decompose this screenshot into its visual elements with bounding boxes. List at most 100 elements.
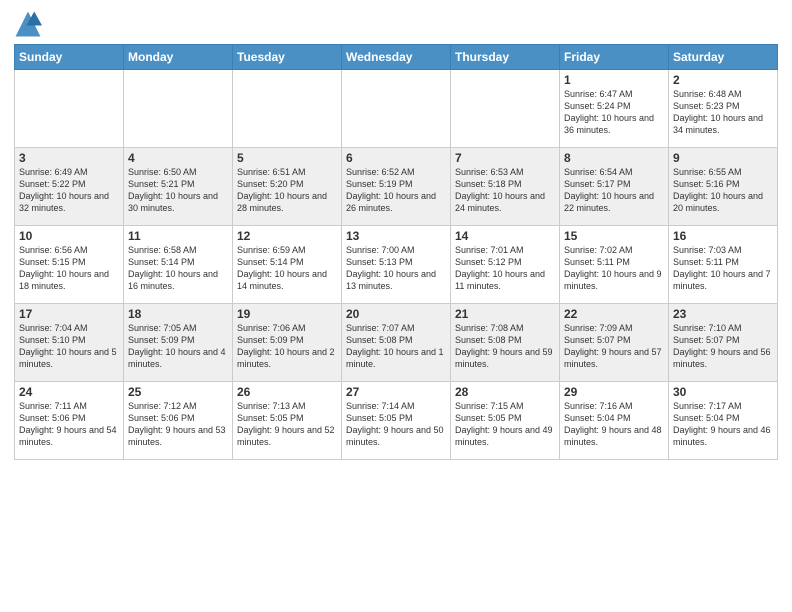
calendar-week-3: 10Sunrise: 6:56 AM Sunset: 5:15 PM Dayli… bbox=[15, 226, 778, 304]
day-number: 1 bbox=[564, 73, 664, 87]
day-number: 21 bbox=[455, 307, 555, 321]
calendar-week-1: 1Sunrise: 6:47 AM Sunset: 5:24 PM Daylig… bbox=[15, 70, 778, 148]
day-number: 15 bbox=[564, 229, 664, 243]
calendar-cell: 9Sunrise: 6:55 AM Sunset: 5:16 PM Daylig… bbox=[669, 148, 778, 226]
day-number: 11 bbox=[128, 229, 228, 243]
calendar-cell: 12Sunrise: 6:59 AM Sunset: 5:14 PM Dayli… bbox=[233, 226, 342, 304]
day-info: Sunrise: 7:06 AM Sunset: 5:09 PM Dayligh… bbox=[237, 322, 337, 371]
header-day-monday: Monday bbox=[124, 45, 233, 70]
header bbox=[14, 10, 778, 38]
day-number: 30 bbox=[673, 385, 773, 399]
day-info: Sunrise: 7:05 AM Sunset: 5:09 PM Dayligh… bbox=[128, 322, 228, 371]
calendar-cell bbox=[15, 70, 124, 148]
calendar-cell: 5Sunrise: 6:51 AM Sunset: 5:20 PM Daylig… bbox=[233, 148, 342, 226]
calendar-cell bbox=[342, 70, 451, 148]
day-number: 16 bbox=[673, 229, 773, 243]
day-number: 28 bbox=[455, 385, 555, 399]
day-info: Sunrise: 7:07 AM Sunset: 5:08 PM Dayligh… bbox=[346, 322, 446, 371]
day-number: 4 bbox=[128, 151, 228, 165]
calendar-week-5: 24Sunrise: 7:11 AM Sunset: 5:06 PM Dayli… bbox=[15, 382, 778, 460]
day-info: Sunrise: 7:09 AM Sunset: 5:07 PM Dayligh… bbox=[564, 322, 664, 371]
day-info: Sunrise: 7:10 AM Sunset: 5:07 PM Dayligh… bbox=[673, 322, 773, 371]
day-number: 23 bbox=[673, 307, 773, 321]
day-number: 6 bbox=[346, 151, 446, 165]
calendar-cell: 23Sunrise: 7:10 AM Sunset: 5:07 PM Dayli… bbox=[669, 304, 778, 382]
calendar-cell: 22Sunrise: 7:09 AM Sunset: 5:07 PM Dayli… bbox=[560, 304, 669, 382]
calendar-cell bbox=[124, 70, 233, 148]
calendar-cell: 30Sunrise: 7:17 AM Sunset: 5:04 PM Dayli… bbox=[669, 382, 778, 460]
day-number: 26 bbox=[237, 385, 337, 399]
calendar-cell: 6Sunrise: 6:52 AM Sunset: 5:19 PM Daylig… bbox=[342, 148, 451, 226]
day-info: Sunrise: 7:13 AM Sunset: 5:05 PM Dayligh… bbox=[237, 400, 337, 449]
day-info: Sunrise: 7:03 AM Sunset: 5:11 PM Dayligh… bbox=[673, 244, 773, 293]
day-info: Sunrise: 7:01 AM Sunset: 5:12 PM Dayligh… bbox=[455, 244, 555, 293]
day-number: 25 bbox=[128, 385, 228, 399]
calendar-cell: 14Sunrise: 7:01 AM Sunset: 5:12 PM Dayli… bbox=[451, 226, 560, 304]
day-info: Sunrise: 6:51 AM Sunset: 5:20 PM Dayligh… bbox=[237, 166, 337, 215]
day-info: Sunrise: 7:12 AM Sunset: 5:06 PM Dayligh… bbox=[128, 400, 228, 449]
day-info: Sunrise: 6:47 AM Sunset: 5:24 PM Dayligh… bbox=[564, 88, 664, 137]
calendar-cell: 11Sunrise: 6:58 AM Sunset: 5:14 PM Dayli… bbox=[124, 226, 233, 304]
calendar-cell: 21Sunrise: 7:08 AM Sunset: 5:08 PM Dayli… bbox=[451, 304, 560, 382]
calendar-cell bbox=[451, 70, 560, 148]
day-number: 17 bbox=[19, 307, 119, 321]
day-number: 14 bbox=[455, 229, 555, 243]
day-info: Sunrise: 6:54 AM Sunset: 5:17 PM Dayligh… bbox=[564, 166, 664, 215]
calendar-cell: 2Sunrise: 6:48 AM Sunset: 5:23 PM Daylig… bbox=[669, 70, 778, 148]
day-info: Sunrise: 6:56 AM Sunset: 5:15 PM Dayligh… bbox=[19, 244, 119, 293]
day-info: Sunrise: 7:04 AM Sunset: 5:10 PM Dayligh… bbox=[19, 322, 119, 371]
calendar-cell: 17Sunrise: 7:04 AM Sunset: 5:10 PM Dayli… bbox=[15, 304, 124, 382]
day-number: 5 bbox=[237, 151, 337, 165]
day-info: Sunrise: 7:14 AM Sunset: 5:05 PM Dayligh… bbox=[346, 400, 446, 449]
header-day-friday: Friday bbox=[560, 45, 669, 70]
calendar-cell: 3Sunrise: 6:49 AM Sunset: 5:22 PM Daylig… bbox=[15, 148, 124, 226]
calendar-cell: 8Sunrise: 6:54 AM Sunset: 5:17 PM Daylig… bbox=[560, 148, 669, 226]
calendar-cell: 13Sunrise: 7:00 AM Sunset: 5:13 PM Dayli… bbox=[342, 226, 451, 304]
day-number: 9 bbox=[673, 151, 773, 165]
calendar-cell: 10Sunrise: 6:56 AM Sunset: 5:15 PM Dayli… bbox=[15, 226, 124, 304]
day-number: 27 bbox=[346, 385, 446, 399]
calendar-cell: 28Sunrise: 7:15 AM Sunset: 5:05 PM Dayli… bbox=[451, 382, 560, 460]
day-number: 22 bbox=[564, 307, 664, 321]
day-number: 2 bbox=[673, 73, 773, 87]
calendar-cell: 20Sunrise: 7:07 AM Sunset: 5:08 PM Dayli… bbox=[342, 304, 451, 382]
calendar-cell: 27Sunrise: 7:14 AM Sunset: 5:05 PM Dayli… bbox=[342, 382, 451, 460]
header-day-tuesday: Tuesday bbox=[233, 45, 342, 70]
day-info: Sunrise: 7:11 AM Sunset: 5:06 PM Dayligh… bbox=[19, 400, 119, 449]
day-info: Sunrise: 7:00 AM Sunset: 5:13 PM Dayligh… bbox=[346, 244, 446, 293]
day-info: Sunrise: 6:50 AM Sunset: 5:21 PM Dayligh… bbox=[128, 166, 228, 215]
calendar-cell: 7Sunrise: 6:53 AM Sunset: 5:18 PM Daylig… bbox=[451, 148, 560, 226]
calendar-cell: 1Sunrise: 6:47 AM Sunset: 5:24 PM Daylig… bbox=[560, 70, 669, 148]
calendar-week-4: 17Sunrise: 7:04 AM Sunset: 5:10 PM Dayli… bbox=[15, 304, 778, 382]
day-number: 29 bbox=[564, 385, 664, 399]
day-number: 19 bbox=[237, 307, 337, 321]
day-number: 20 bbox=[346, 307, 446, 321]
day-info: Sunrise: 7:16 AM Sunset: 5:04 PM Dayligh… bbox=[564, 400, 664, 449]
day-number: 3 bbox=[19, 151, 119, 165]
day-info: Sunrise: 7:15 AM Sunset: 5:05 PM Dayligh… bbox=[455, 400, 555, 449]
day-number: 12 bbox=[237, 229, 337, 243]
day-number: 18 bbox=[128, 307, 228, 321]
day-info: Sunrise: 6:52 AM Sunset: 5:19 PM Dayligh… bbox=[346, 166, 446, 215]
calendar-cell: 15Sunrise: 7:02 AM Sunset: 5:11 PM Dayli… bbox=[560, 226, 669, 304]
day-info: Sunrise: 6:53 AM Sunset: 5:18 PM Dayligh… bbox=[455, 166, 555, 215]
day-number: 7 bbox=[455, 151, 555, 165]
day-number: 13 bbox=[346, 229, 446, 243]
day-info: Sunrise: 6:59 AM Sunset: 5:14 PM Dayligh… bbox=[237, 244, 337, 293]
header-day-sunday: Sunday bbox=[15, 45, 124, 70]
logo bbox=[14, 10, 46, 38]
day-info: Sunrise: 6:55 AM Sunset: 5:16 PM Dayligh… bbox=[673, 166, 773, 215]
day-number: 8 bbox=[564, 151, 664, 165]
logo-icon bbox=[14, 10, 42, 38]
day-info: Sunrise: 6:49 AM Sunset: 5:22 PM Dayligh… bbox=[19, 166, 119, 215]
calendar-cell bbox=[233, 70, 342, 148]
page-container: SundayMondayTuesdayWednesdayThursdayFrid… bbox=[0, 0, 792, 466]
calendar-cell: 29Sunrise: 7:16 AM Sunset: 5:04 PM Dayli… bbox=[560, 382, 669, 460]
calendar-cell: 25Sunrise: 7:12 AM Sunset: 5:06 PM Dayli… bbox=[124, 382, 233, 460]
calendar-header-row: SundayMondayTuesdayWednesdayThursdayFrid… bbox=[15, 45, 778, 70]
calendar-cell: 26Sunrise: 7:13 AM Sunset: 5:05 PM Dayli… bbox=[233, 382, 342, 460]
header-day-wednesday: Wednesday bbox=[342, 45, 451, 70]
header-day-saturday: Saturday bbox=[669, 45, 778, 70]
day-info: Sunrise: 7:02 AM Sunset: 5:11 PM Dayligh… bbox=[564, 244, 664, 293]
calendar-cell: 19Sunrise: 7:06 AM Sunset: 5:09 PM Dayli… bbox=[233, 304, 342, 382]
